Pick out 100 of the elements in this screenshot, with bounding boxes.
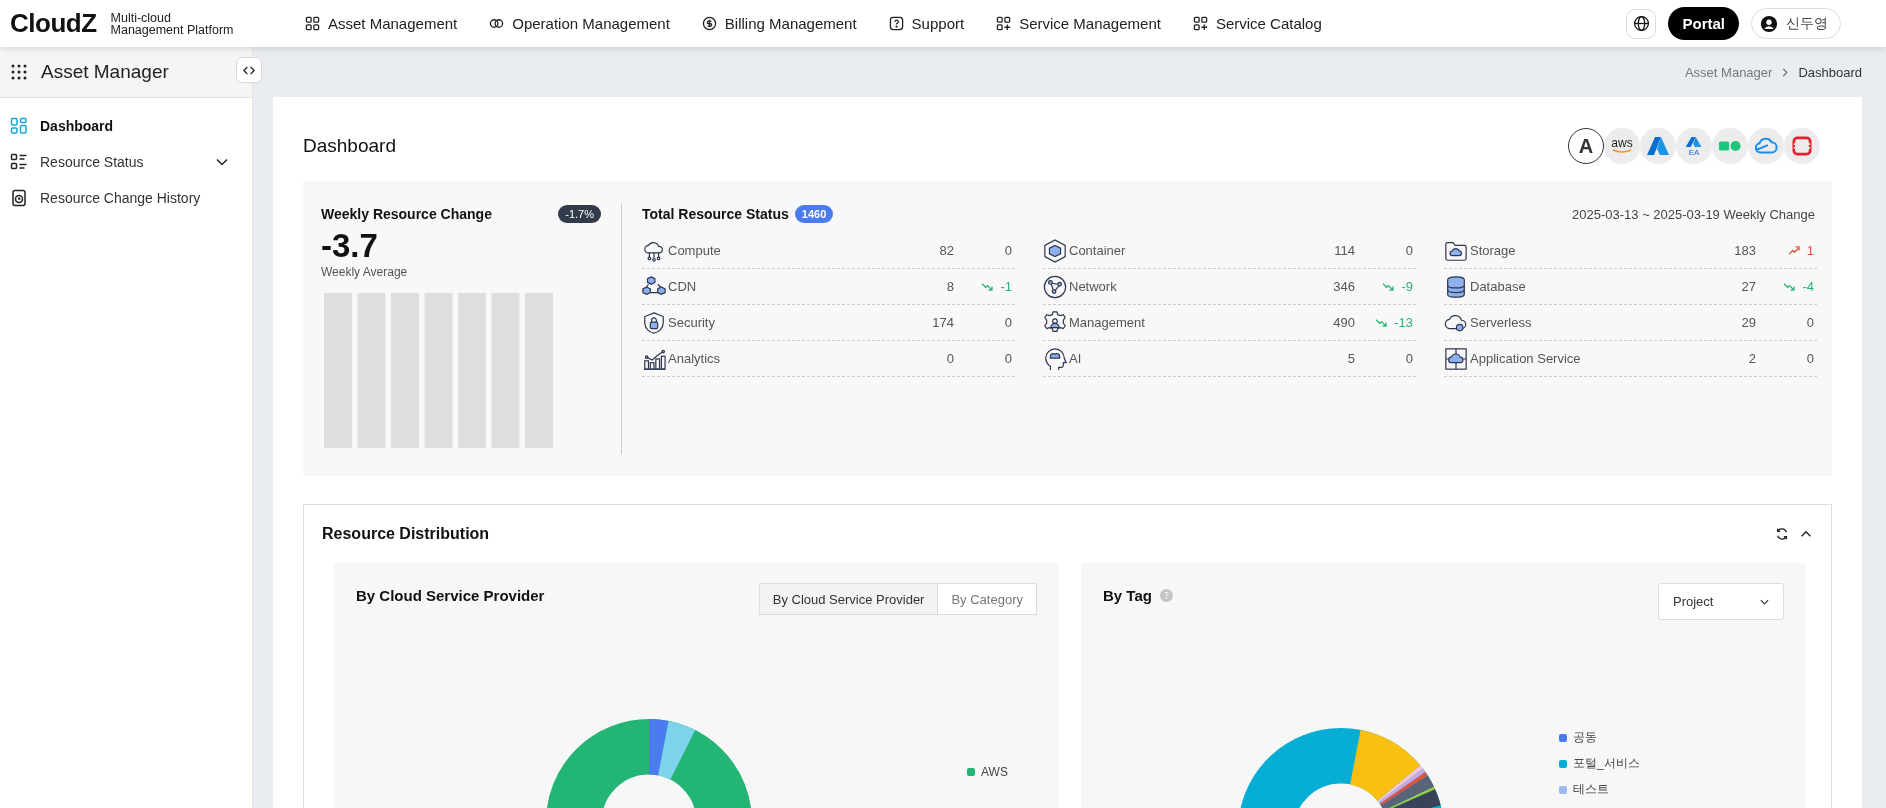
- trend-down-icon: [981, 282, 995, 291]
- provider-filter-button[interactable]: A: [1568, 128, 1604, 164]
- view-toggle-button[interactable]: By Cloud Service Provider: [759, 584, 939, 614]
- user-icon: [1760, 14, 1778, 33]
- nav-link[interactable]: Asset Management: [305, 15, 458, 32]
- language-button[interactable]: [1626, 8, 1657, 39]
- provider-filter-button[interactable]: [1640, 128, 1676, 164]
- window-cloud-icon: [1444, 346, 1468, 371]
- cloud-logo-icon: [1754, 136, 1778, 156]
- dollar-icon: [701, 16, 717, 31]
- trend-down-icon: [1783, 282, 1797, 291]
- tagline-text: Management Platform: [110, 23, 234, 36]
- change-value: -1: [1000, 279, 1012, 294]
- category-count: 174: [931, 315, 954, 330]
- collapse-button[interactable]: [236, 57, 262, 83]
- grid-plus-icon: [996, 16, 1012, 31]
- globe-icon: [1633, 15, 1650, 32]
- panel-title: Total Resource Status: [642, 206, 789, 222]
- breadcrumb-link[interactable]: Dashboard: [1798, 64, 1862, 80]
- sidebar-title: Asset Manager: [41, 61, 169, 83]
- nav-link[interactable]: Service Management: [996, 15, 1161, 32]
- category-name: Serverless: [1470, 315, 1533, 330]
- nav-link[interactable]: Billing Management: [701, 15, 857, 32]
- period-text: 2025-03-13 ~ 2025-03-19 Weekly Change: [1572, 206, 1815, 222]
- count-badge: 1460: [794, 205, 834, 223]
- category-count: 27: [1740, 279, 1756, 294]
- category-name: Analytics: [668, 351, 722, 366]
- change-value: 0: [1806, 315, 1814, 330]
- chevron-down-icon[interactable]: [216, 158, 228, 166]
- head-icon: [1043, 346, 1067, 371]
- refresh-icon[interactable]: [1775, 527, 1789, 541]
- grid-plus-icon: [1192, 16, 1208, 31]
- provider-filter-button[interactable]: EA: [1676, 128, 1712, 164]
- apps-icon[interactable]: [10, 63, 28, 81]
- page-title: Dashboard: [303, 135, 397, 157]
- category-name: Compute: [668, 243, 722, 258]
- chart-title: By Cloud Service Provider: [356, 587, 545, 604]
- provider-filter-button[interactable]: aws: [1604, 128, 1640, 164]
- hexagon-box-icon: [1043, 238, 1067, 263]
- category-name: Storage: [1470, 243, 1517, 258]
- legend-label: 공동: [1573, 729, 1597, 746]
- clock-document-icon: [10, 189, 28, 207]
- category-count: 5: [1346, 351, 1355, 366]
- trend-down-icon: [1375, 318, 1389, 327]
- grid-icon: [305, 16, 320, 31]
- change-value: 0: [1004, 351, 1012, 366]
- peak-logo-icon: [1646, 136, 1670, 156]
- category-name: Database: [1470, 279, 1527, 294]
- trend-down-icon: [1382, 282, 1396, 291]
- database-icon: [1444, 274, 1468, 299]
- chevron-right-icon: [1782, 67, 1789, 77]
- category-count: 8: [945, 279, 954, 294]
- user-menu-button[interactable]: 신두영: [1751, 8, 1841, 39]
- sidebar-item[interactable]: Resource Change History: [10, 180, 242, 216]
- category-name: Container: [1069, 243, 1127, 258]
- category-name: Application Service: [1470, 351, 1582, 366]
- provider-filter-button[interactable]: [1748, 128, 1784, 164]
- legend-label: 테스트: [1573, 781, 1609, 798]
- tag-dropdown[interactable]: Project: [1658, 583, 1784, 620]
- sidebar-item[interactable]: Dashboard: [10, 108, 242, 144]
- dashboard-icon: [10, 117, 28, 135]
- category-count: 114: [1333, 243, 1355, 258]
- change-value: -13: [1394, 315, 1413, 330]
- gear-person-icon: [1043, 310, 1067, 335]
- nav-link[interactable]: Operation Management: [489, 15, 670, 32]
- category-count: 490: [1332, 315, 1355, 330]
- nav-link[interactable]: Support: [888, 15, 965, 32]
- link-icon: [489, 16, 505, 31]
- code-brackets-icon: [243, 65, 255, 75]
- trend-up-icon: [1787, 246, 1801, 255]
- nav-link[interactable]: Service Catalog: [1192, 15, 1322, 32]
- average-caption: Weekly Average: [321, 265, 409, 279]
- change-value: 1: [1806, 243, 1814, 258]
- category-count: 29: [1740, 315, 1756, 330]
- category-count: 183: [1733, 243, 1756, 258]
- category-name: Network: [1069, 279, 1118, 294]
- change-value: 0: [1004, 315, 1012, 330]
- category-name: AI: [1069, 351, 1083, 366]
- section-title: Resource Distribution: [322, 525, 491, 543]
- portal-button[interactable]: Portal: [1668, 7, 1739, 40]
- provider-filter-button[interactable]: [1784, 128, 1820, 164]
- list-icon: [10, 153, 28, 171]
- change-value: 0: [1004, 243, 1012, 258]
- chevron-down-icon: [1760, 598, 1769, 605]
- breadcrumb-link[interactable]: Asset Manager: [1684, 64, 1773, 80]
- network-nodes-icon: [1043, 274, 1067, 299]
- change-value: -4: [1802, 279, 1814, 294]
- logo[interactable]: CloudZ: [10, 8, 97, 39]
- peak-logo-icon: [1684, 135, 1704, 148]
- sidebar-item[interactable]: Resource Status: [10, 144, 242, 180]
- chart-title: By Tag: [1103, 587, 1152, 604]
- category-count: 82: [938, 243, 954, 258]
- category-count: 2: [1747, 351, 1756, 366]
- panel-title: Weekly Resource Change: [321, 206, 492, 222]
- category-count: 0: [945, 351, 954, 366]
- change-value: 0: [1405, 243, 1413, 258]
- help-icon: [888, 16, 904, 31]
- change-badge: -1.7%: [558, 205, 601, 223]
- category-name: Security: [668, 315, 716, 330]
- tagline-text: Multi-cloud: [110, 11, 172, 24]
